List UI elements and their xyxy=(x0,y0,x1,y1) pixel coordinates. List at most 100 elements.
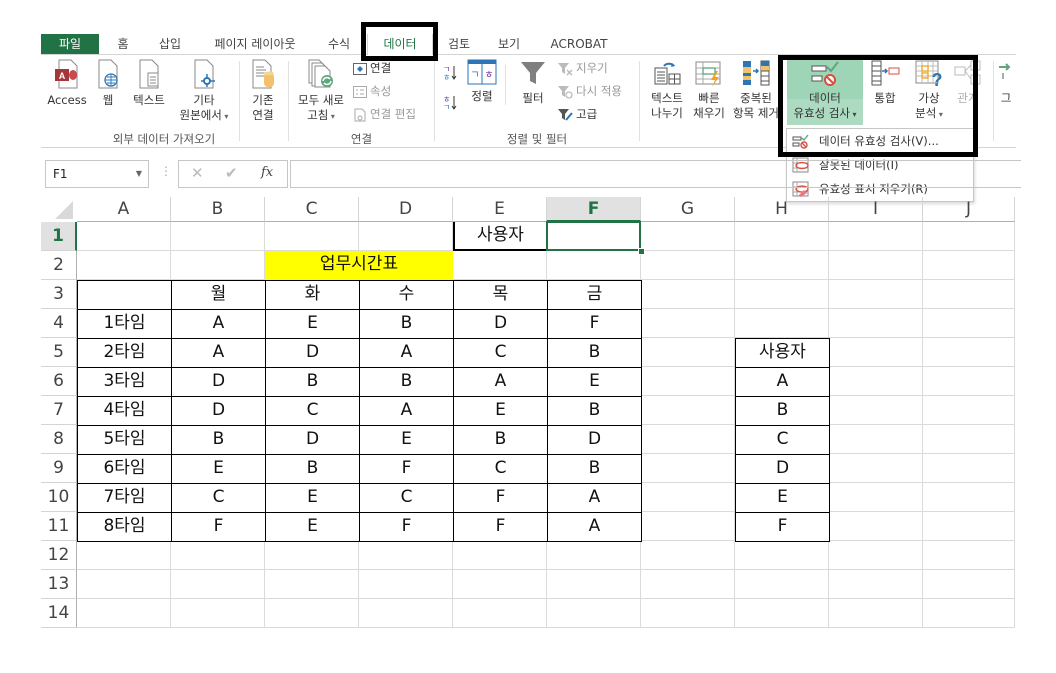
cell-schedule-value[interactable]: E xyxy=(265,483,360,513)
cell-i7[interactable] xyxy=(829,396,923,425)
cell-schedule-value[interactable]: C xyxy=(265,396,360,426)
cell-schedule-value[interactable]: A xyxy=(171,338,266,368)
cell-g14[interactable] xyxy=(641,599,735,628)
cell-schedule-value[interactable]: F xyxy=(359,454,454,484)
cell-schedule-value[interactable]: E xyxy=(453,396,548,426)
cell-schedule-value[interactable]: A xyxy=(547,483,642,513)
cell-schedule-value[interactable]: F xyxy=(359,512,454,542)
cell-g8[interactable] xyxy=(641,425,735,454)
cell-e13[interactable] xyxy=(453,570,547,599)
cell-user-list-item[interactable]: F xyxy=(735,512,830,542)
cell-slot-label[interactable]: 5타임 xyxy=(77,425,172,455)
refresh-all-button[interactable]: 모두 새로 고침 ▾ xyxy=(293,59,349,124)
column-header-f[interactable]: F xyxy=(547,197,641,222)
cell-b12[interactable] xyxy=(171,541,265,570)
row-header-9[interactable]: 9 xyxy=(41,454,77,483)
cell-g5[interactable] xyxy=(641,338,735,367)
cell-c12[interactable] xyxy=(265,541,359,570)
selected-cell-f1[interactable] xyxy=(546,221,641,251)
cell-d1[interactable] xyxy=(359,222,453,251)
clear-filter-button[interactable]: 지우기 xyxy=(557,58,608,78)
cell-j11[interactable] xyxy=(923,512,1015,541)
reapply-button[interactable]: 다시 적용 xyxy=(557,81,622,101)
cell-schedule-value[interactable]: B xyxy=(359,309,454,339)
cell-schedule-value[interactable]: D xyxy=(547,425,642,455)
cell-schedule-value[interactable]: A xyxy=(359,338,454,368)
cell-j10[interactable] xyxy=(923,483,1015,512)
flash-fill-button[interactable]: 빠른 채우기 xyxy=(691,59,727,121)
cell-schedule-value[interactable]: F xyxy=(171,512,266,542)
cell-schedule-value[interactable]: B xyxy=(547,454,642,484)
cell-g13[interactable] xyxy=(641,570,735,599)
cell-a14[interactable] xyxy=(77,599,171,628)
cell-c2-title[interactable]: 업무시간표 xyxy=(265,251,453,280)
cell-f12[interactable] xyxy=(547,541,641,570)
row-header-5[interactable]: 5 xyxy=(41,338,77,367)
cell-i2[interactable] xyxy=(829,251,923,280)
row-header-1[interactable]: 1 xyxy=(41,222,77,251)
cell-schedule-value[interactable]: C xyxy=(453,338,548,368)
row-header-7[interactable]: 7 xyxy=(41,396,77,425)
cell-schedule-value[interactable]: E xyxy=(359,425,454,455)
cell-header-day[interactable]: 월 xyxy=(171,280,266,310)
name-box-dropdown-icon[interactable]: ▼ xyxy=(136,161,142,187)
text-to-columns-button[interactable]: 텍스트 나누기 xyxy=(644,59,690,121)
cell-i12[interactable] xyxy=(829,541,923,570)
cell-i13[interactable] xyxy=(829,570,923,599)
name-box[interactable]: F1 ▼ xyxy=(45,160,149,188)
row-header-14[interactable]: 14 xyxy=(41,599,77,628)
cell-i8[interactable] xyxy=(829,425,923,454)
cell-slot-label[interactable]: 6타임 xyxy=(77,454,172,484)
column-header-d[interactable]: D xyxy=(359,197,453,222)
tab-formulas[interactable]: 수식 xyxy=(319,34,359,54)
cell-g1[interactable] xyxy=(641,222,735,251)
cell-j7[interactable] xyxy=(923,396,1015,425)
cell-i1[interactable] xyxy=(829,222,923,251)
column-header-b[interactable]: B xyxy=(171,197,265,222)
cell-h1[interactable] xyxy=(735,222,829,251)
advanced-filter-button[interactable]: 고급 xyxy=(557,104,597,124)
cell-h4[interactable] xyxy=(735,309,829,338)
cell-slot-label[interactable]: 1타임 xyxy=(77,309,172,339)
cell-schedule-value[interactable]: A xyxy=(171,309,266,339)
cell-a2[interactable] xyxy=(77,251,171,280)
cell-schedule-value[interactable]: A xyxy=(453,367,548,397)
from-text-button[interactable]: 텍스트 xyxy=(127,59,171,108)
cell-e14[interactable] xyxy=(453,599,547,628)
filter-button[interactable]: 필터 xyxy=(513,59,553,106)
from-access-button[interactable]: A Access xyxy=(45,59,89,108)
cell-schedule-value[interactable]: B xyxy=(265,367,360,397)
cell-g2[interactable] xyxy=(641,251,735,280)
tab-insert[interactable]: 삽입 xyxy=(149,34,191,54)
row-header-13[interactable]: 13 xyxy=(41,570,77,599)
group-button[interactable]: 그 xyxy=(997,59,1015,106)
cell-schedule-value[interactable]: C xyxy=(171,483,266,513)
properties-button[interactable]: 속성 xyxy=(353,81,391,101)
edit-links-button[interactable]: 연결 편집 xyxy=(353,104,416,124)
tab-view[interactable]: 보기 xyxy=(489,34,529,54)
cell-j1[interactable] xyxy=(923,222,1015,251)
cell-user-list-item[interactable]: C xyxy=(735,425,830,455)
cell-h14[interactable] xyxy=(735,599,829,628)
cell-j4[interactable] xyxy=(923,309,1015,338)
column-header-i[interactable]: I xyxy=(829,197,923,222)
remove-duplicates-button[interactable]: 중복된 항목 제거 xyxy=(729,59,783,121)
cell-schedule-value[interactable]: D xyxy=(265,425,360,455)
cell-b13[interactable] xyxy=(171,570,265,599)
existing-connections-button[interactable]: 기존 연결 xyxy=(243,59,283,123)
cell-e2[interactable] xyxy=(453,251,547,280)
cell-e12[interactable] xyxy=(453,541,547,570)
sort-z-to-a-button[interactable]: ㅎㄱ xyxy=(443,93,457,113)
column-header-g[interactable]: G xyxy=(641,197,735,222)
cell-c13[interactable] xyxy=(265,570,359,599)
cell-schedule-value[interactable]: B xyxy=(547,338,642,368)
cell-slot-label[interactable]: 7타임 xyxy=(77,483,172,513)
cell-f2[interactable] xyxy=(547,251,641,280)
cell-header-day[interactable]: 화 xyxy=(265,280,360,310)
cell-g10[interactable] xyxy=(641,483,735,512)
row-header-8[interactable]: 8 xyxy=(41,425,77,454)
cell-d14[interactable] xyxy=(359,599,453,628)
formula-input[interactable] xyxy=(290,160,1021,188)
cell-j12[interactable] xyxy=(923,541,1015,570)
tab-page-layout[interactable]: 페이지 레이아웃 xyxy=(201,34,309,54)
